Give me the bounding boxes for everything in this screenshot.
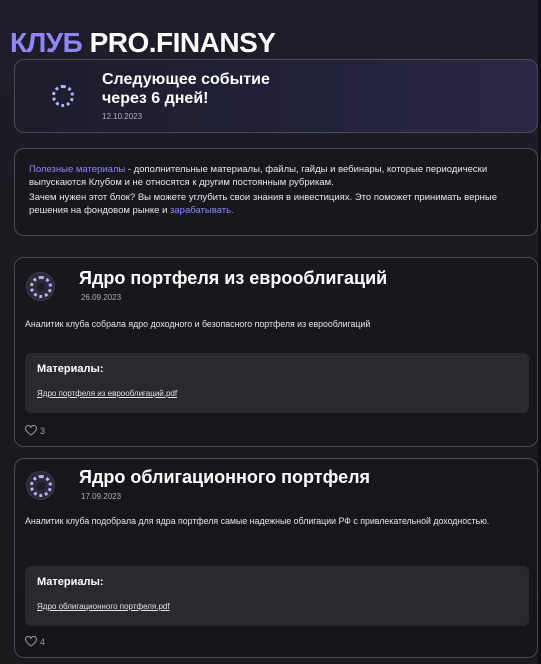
club-logo-icon (50, 83, 76, 109)
materials-label: Материалы: (37, 363, 104, 375)
materials-block: Материалы: Ядро облигационного портфеля.… (25, 566, 529, 626)
heart-icon (25, 425, 37, 436)
post-title: Ядро портфеля из еврооблигаций (79, 268, 388, 288)
post-card: Ядро портфеля из еврооблигаций 26.09.202… (14, 257, 538, 447)
event-date: 12.10.2023 (102, 112, 143, 121)
next-event-card[interactable]: Следующее событие через 6 дней! 12.10.20… (14, 59, 538, 133)
like-button[interactable]: 4 (25, 636, 45, 647)
avatar (26, 471, 55, 500)
materials-block: Материалы: Ядро портфеля из еврооблигаци… (25, 353, 529, 413)
heart-icon (25, 636, 37, 647)
like-button[interactable]: 3 (25, 425, 45, 436)
page-header: КЛУБ PRO.FINANSY (10, 24, 276, 62)
like-count: 3 (40, 425, 46, 436)
like-count: 4 (40, 636, 46, 647)
earn-link[interactable]: зарабатывать. (170, 205, 234, 216)
next-event-title: Следующее событие через 6 дней! (102, 70, 362, 108)
materials-label: Материалы: (37, 576, 104, 588)
club-logo-icon (30, 276, 52, 298)
material-file-link[interactable]: Ядро портфеля из еврооблигаций.pdf (37, 389, 177, 398)
club-logo-icon (30, 475, 52, 497)
info-card: Полезные материалы - дополнительные мате… (14, 148, 538, 236)
useful-materials-link[interactable]: Полезные материалы (29, 164, 125, 175)
info-text-2: Зачем нужен этот блок? Вы можете углубит… (29, 192, 497, 216)
event-title-line1: Следующее событие (102, 71, 270, 88)
post-date: 26.09.2023 (81, 293, 122, 302)
header-title: PRO.FINANSY (89, 27, 276, 58)
post-card: Ядро облигационного портфеля 17.09.2023 … (14, 458, 538, 658)
header-accent: КЛУБ (10, 27, 83, 58)
post-date: 17.09.2023 (81, 492, 122, 501)
event-title-line2: через 6 дней! (102, 90, 209, 107)
post-description: Аналитик клуба подобрала для ядра портфе… (25, 516, 490, 526)
page: КЛУБ PRO.FINANSY Следующее событие через… (0, 0, 541, 664)
post-description: Аналитик клуба собрала ядро доходного и … (25, 319, 371, 329)
avatar (26, 272, 55, 301)
info-text: Полезные материалы - дополнительные мате… (29, 163, 529, 219)
material-file-link[interactable]: Ядро облигационного портфеля.pdf (37, 602, 170, 611)
post-title: Ядро облигационного портфеля (79, 467, 371, 487)
